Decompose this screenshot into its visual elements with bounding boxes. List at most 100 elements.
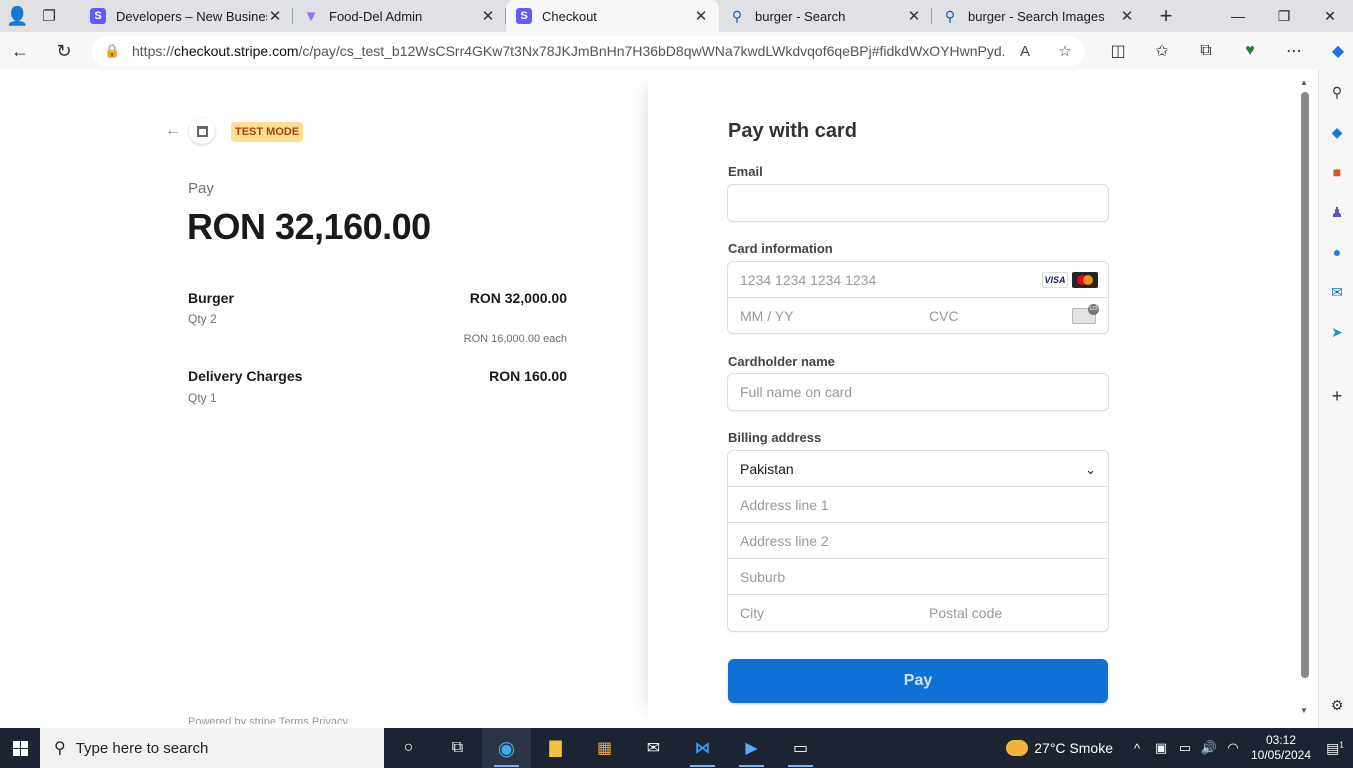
country-value: Pakistan <box>740 460 794 477</box>
notification-center-icon[interactable]: ▤1 <box>1317 740 1353 757</box>
billing-address-label: Billing address <box>728 430 822 445</box>
scroll-down-arrow-icon[interactable]: ▼ <box>1300 706 1308 715</box>
favorites-icon[interactable]: ✩ <box>1140 32 1184 70</box>
clock[interactable]: 03:12 10/05/2024 <box>1245 733 1317 763</box>
item-unit-price: RON 16,000.00 each <box>463 333 567 345</box>
tab-strip-lead: 👤 ❐ <box>0 0 80 32</box>
tab-checkout[interactable]: S Checkout ✕ <box>506 0 719 32</box>
close-tab-icon[interactable]: ✕ <box>480 7 496 25</box>
favorite-star-icon[interactable]: ☆ <box>1045 42 1085 60</box>
microsoft-365-icon[interactable]: ● <box>1328 243 1346 261</box>
show-hidden-icons-icon[interactable]: ^ <box>1125 741 1149 756</box>
item-qty[interactable]: Qty 1 <box>188 391 217 405</box>
battery-icon[interactable]: ▭ <box>1173 740 1197 756</box>
close-tab-icon[interactable]: ✕ <box>693 7 709 25</box>
sidebar-search-icon[interactable]: ⚲ <box>1328 83 1346 101</box>
tab-title: Checkout <box>542 8 597 24</box>
vscode-icon[interactable]: ⋈ <box>678 728 727 768</box>
terminal-icon[interactable]: ▭ <box>776 728 825 768</box>
lock-icon[interactable]: 🔒 <box>104 43 132 59</box>
pay-button[interactable]: Pay <box>728 659 1108 703</box>
page-scrollbar[interactable]: ▲ ▼ <box>1299 78 1313 722</box>
security-icon[interactable]: ▣ <box>1149 740 1173 756</box>
telegram-icon[interactable]: ➤ <box>1328 323 1346 341</box>
clock-time: 03:12 <box>1265 733 1297 747</box>
games-icon[interactable]: ♟ <box>1328 203 1346 221</box>
suburb-input[interactable]: Suburb <box>727 558 1109 595</box>
microsoft-store-icon[interactable]: ▦ <box>580 728 629 768</box>
tab-title: Food-Del Admin <box>329 8 423 24</box>
browser-essentials-icon[interactable]: ♥ <box>1228 32 1272 70</box>
close-tab-icon[interactable]: ✕ <box>267 7 283 25</box>
edge-taskbar-icon[interactable]: ◉ <box>482 728 531 768</box>
cvc-placeholder: CVC <box>929 307 959 324</box>
email-field[interactable] <box>727 184 1109 222</box>
tab-burger-search[interactable]: ⚲ burger - Search ✕ <box>719 0 932 32</box>
address-line1-input[interactable]: Address line 1 <box>727 486 1109 523</box>
shopping-tag-icon[interactable]: ◆ <box>1328 123 1346 141</box>
cardholder-name-placeholder: Full name on card <box>740 384 853 400</box>
search-icon: ⚲ <box>944 7 956 24</box>
read-aloud-icon[interactable]: A <box>1005 43 1045 60</box>
restore-icon[interactable]: ❐ <box>1261 0 1307 32</box>
item-qty[interactable]: Qty 2 <box>188 312 217 326</box>
scroll-up-arrow-icon[interactable]: ▲ <box>1300 78 1308 87</box>
payment-form-pane: Pay with card Email Card information 123… <box>648 70 1299 724</box>
tab-developers[interactable]: S Developers – New Business ✕ <box>80 0 293 32</box>
cortana-icon[interactable]: ○ <box>384 728 433 768</box>
close-window-icon[interactable]: ✕ <box>1307 0 1353 32</box>
scrollbar-thumb[interactable] <box>1301 92 1309 678</box>
window-controls: — ❐ ✕ <box>1215 0 1353 32</box>
tab-food-del-admin[interactable]: ▼ Food-Del Admin ✕ <box>293 0 506 32</box>
city-input[interactable]: City <box>727 594 918 632</box>
taskbar-search[interactable]: ⚲ Type here to search <box>40 728 384 768</box>
minimize-icon[interactable]: — <box>1215 0 1261 32</box>
stripe-footer[interactable]: Powered by stripe Terms Privacy <box>188 716 348 724</box>
add-sidebar-app-icon[interactable]: + <box>1328 386 1346 406</box>
close-tab-icon[interactable]: ✕ <box>906 7 922 25</box>
start-button[interactable] <box>0 728 40 768</box>
powershell-icon[interactable]: ▶ <box>727 728 776 768</box>
notification-count: 1 <box>1339 739 1344 749</box>
mastercard-icon <box>1072 272 1098 288</box>
postal-code-input[interactable]: Postal code <box>917 594 1109 632</box>
card-number-input[interactable]: 1234 1234 1234 1234 VISA <box>727 261 1109 298</box>
new-tab-button[interactable]: + <box>1145 0 1187 32</box>
weather-widget[interactable]: 27°C Smoke <box>1006 740 1113 756</box>
country-select[interactable]: Pakistan ⌄ <box>727 450 1109 487</box>
collections-icon[interactable]: ⧉ <box>1184 32 1228 70</box>
outlook-icon[interactable]: ✉ <box>1328 283 1346 301</box>
cvc-input[interactable]: CVC <box>917 297 1109 334</box>
wifi-icon[interactable]: ◠ <box>1221 740 1245 756</box>
back-arrow-icon[interactable]: ← <box>165 122 181 140</box>
tools-briefcase-icon[interactable]: ■ <box>1328 163 1346 181</box>
sidebar-settings-icon[interactable]: ⚙ <box>1328 696 1346 714</box>
refresh-icon[interactable]: ↻ <box>44 32 84 70</box>
url-text: https://checkout.stripe.com/c/pay/cs_tes… <box>132 43 1005 59</box>
item-name: Delivery Charges <box>188 368 303 384</box>
cardholder-name-input[interactable]: Full name on card <box>727 373 1109 411</box>
city-placeholder: City <box>740 605 765 621</box>
address-line2-input[interactable]: Address line 2 <box>727 522 1109 559</box>
email-label: Email <box>728 164 763 179</box>
file-explorer-icon[interactable]: ▇ <box>531 728 580 768</box>
profile-avatar-icon[interactable]: 👤 <box>6 6 28 27</box>
more-options-icon[interactable]: ⋯ <box>1272 32 1316 70</box>
address-bar[interactable]: 🔒 https://checkout.stripe.com/c/pay/cs_t… <box>92 36 1085 66</box>
url-host: checkout.stripe.com <box>174 43 299 59</box>
split-screen-icon[interactable]: ◫ <box>1096 32 1140 70</box>
system-tray: 27°C Smoke ^ ▣ ▭ 🔊 ◠ 03:12 10/05/2024 ▤1 <box>1006 728 1353 768</box>
back-icon[interactable]: ← <box>0 32 40 70</box>
copilot-icon[interactable]: ◆ <box>1316 32 1353 70</box>
expiry-input[interactable]: MM / YY <box>727 297 918 334</box>
checkout-page: ← TEST MODE Pay RON 32,160.00 Burger Qty… <box>0 70 1299 724</box>
task-view-icon[interactable]: ⧉ <box>433 728 482 768</box>
stripe-icon: S <box>90 8 106 24</box>
tab-actions-icon[interactable]: ❐ <box>42 7 55 25</box>
url-prefix: https:// <box>132 43 175 59</box>
tab-burger-images[interactable]: ⚲ burger - Search Images ✕ <box>932 0 1145 32</box>
mail-icon[interactable]: ✉ <box>629 728 678 768</box>
volume-icon[interactable]: 🔊 <box>1197 740 1221 756</box>
close-tab-icon[interactable]: ✕ <box>1119 7 1135 25</box>
store-icon <box>189 118 215 144</box>
